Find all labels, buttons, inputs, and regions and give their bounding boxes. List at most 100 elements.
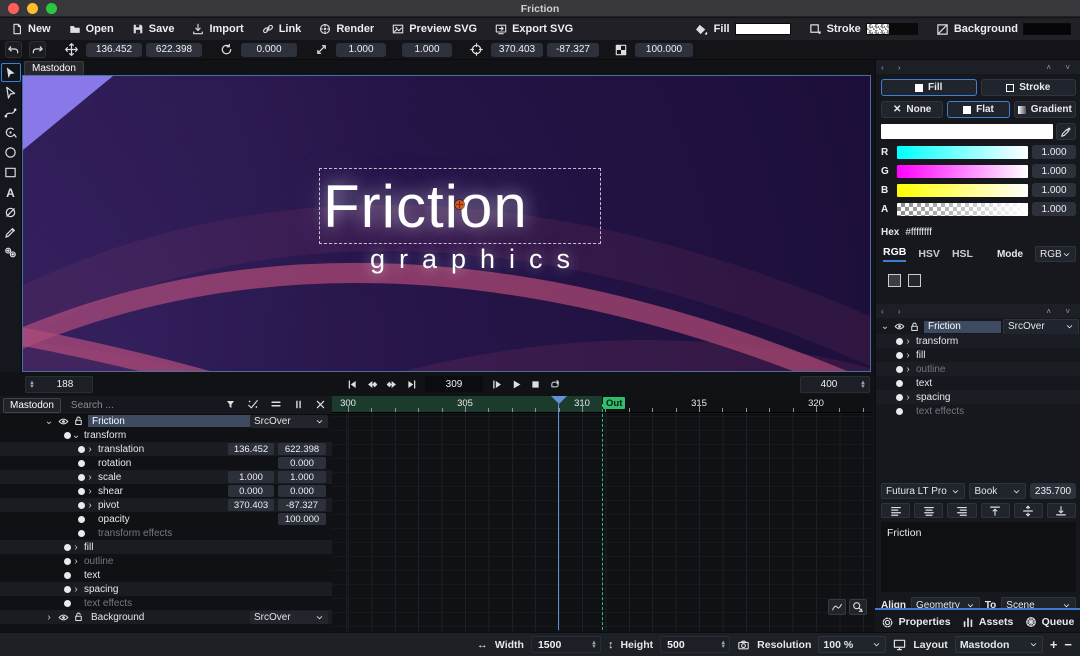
style-gradient-button[interactable]: Gradient bbox=[1014, 101, 1076, 118]
record-dot-icon[interactable] bbox=[78, 530, 85, 537]
record-dot-icon[interactable] bbox=[896, 338, 903, 345]
open-button[interactable]: Open bbox=[60, 18, 123, 40]
property-value-1[interactable]: 136.452 bbox=[228, 443, 274, 455]
property-value-2[interactable]: -87.327 bbox=[278, 499, 326, 511]
property-label[interactable]: rotation bbox=[98, 458, 131, 469]
preview-svg-button[interactable]: Preview SVG bbox=[383, 18, 486, 40]
chevron-right-icon[interactable]: › bbox=[903, 392, 913, 403]
tab-assets[interactable]: Assets bbox=[962, 616, 1013, 628]
chevron-right-icon[interactable]: › bbox=[71, 556, 81, 567]
property-label[interactable]: text effects bbox=[916, 406, 964, 417]
scene-subtitle-text[interactable]: graphics bbox=[163, 244, 777, 275]
tab-stroke[interactable]: Stroke bbox=[981, 79, 1077, 96]
hex-input[interactable]: #ffffffff bbox=[905, 227, 1076, 238]
timeline-property-row-transform[interactable]: ⌄ transform bbox=[0, 428, 332, 442]
spinner-arrows-icon[interactable]: ▲▼ bbox=[26, 381, 38, 389]
add-layout-button[interactable]: + bbox=[1050, 637, 1058, 652]
timeline-property-row-outline[interactable]: › outline bbox=[0, 554, 332, 568]
record-dot-icon[interactable] bbox=[896, 366, 903, 373]
tab-fill[interactable]: Fill bbox=[881, 79, 977, 96]
import-button[interactable]: Import bbox=[183, 18, 252, 40]
object-name-field[interactable]: Friction bbox=[924, 321, 1001, 333]
timeline-property-row-translation[interactable]: › translation136.452622.398 bbox=[0, 442, 332, 456]
object-name[interactable]: Friction bbox=[88, 415, 251, 427]
chevron-right-icon[interactable]: › bbox=[85, 472, 95, 483]
timeline-property-row-pivot[interactable]: › pivot370.403-87.327 bbox=[0, 498, 332, 512]
tool-object-select[interactable] bbox=[1, 63, 21, 82]
record-dot-icon[interactable] bbox=[896, 408, 903, 415]
property-label[interactable]: transform bbox=[916, 336, 958, 347]
next-keyframe-button[interactable] bbox=[386, 379, 398, 390]
record-dot-icon[interactable] bbox=[78, 502, 85, 509]
timeline-property-row-fill[interactable]: › fill bbox=[0, 540, 332, 554]
record-dot-icon[interactable] bbox=[64, 544, 71, 551]
keyframe-options-icon[interactable] bbox=[247, 398, 259, 410]
property-value-1[interactable]: 0.000 bbox=[228, 485, 274, 497]
va-bottom-button[interactable] bbox=[1047, 503, 1076, 518]
scene-viewport[interactable]: Friction graphics bbox=[22, 75, 871, 372]
chevron-right-icon[interactable]: › bbox=[71, 542, 81, 553]
tool-sculpt[interactable] bbox=[1, 123, 21, 142]
chevron-down-icon[interactable]: ⌄ bbox=[71, 430, 81, 441]
property-label[interactable]: outline bbox=[84, 556, 113, 567]
property-label[interactable]: transform effects bbox=[98, 528, 172, 539]
playhead-line[interactable] bbox=[558, 404, 559, 630]
visibility-eye-icon[interactable] bbox=[57, 416, 70, 427]
tool-text[interactable]: A bbox=[1, 183, 21, 202]
record-dot-icon[interactable] bbox=[64, 432, 71, 439]
stroke-swatch[interactable] bbox=[866, 23, 918, 35]
ta-right-button[interactable] bbox=[947, 503, 976, 518]
lock-icon[interactable] bbox=[73, 415, 84, 427]
tree-property-row-text-effects[interactable]: text effects bbox=[876, 404, 1080, 418]
chevron-right-icon[interactable]: › bbox=[903, 336, 913, 347]
scene-height-spinner[interactable]: 500 ▲▼ bbox=[660, 636, 730, 653]
property-label[interactable]: scale bbox=[98, 472, 121, 483]
record-dot-icon[interactable] bbox=[78, 460, 85, 467]
link-button[interactable]: Link bbox=[253, 18, 311, 40]
previous-keyframe-button[interactable] bbox=[366, 379, 378, 390]
color-bookmark-1[interactable] bbox=[888, 274, 901, 287]
new-button[interactable]: New bbox=[2, 18, 60, 40]
record-dot-icon[interactable] bbox=[896, 352, 903, 359]
tree-object-row[interactable]: ⌄ Friction SrcOver bbox=[876, 318, 1080, 334]
channel-b-value[interactable]: 1.000 bbox=[1032, 183, 1076, 197]
stop-button[interactable] bbox=[530, 379, 541, 390]
record-dot-icon[interactable] bbox=[78, 516, 85, 523]
property-label[interactable]: text effects bbox=[84, 598, 132, 609]
out-marker-label[interactable]: Out bbox=[603, 397, 625, 409]
va-top-button[interactable] bbox=[981, 503, 1010, 518]
tool-null-object[interactable] bbox=[1, 203, 21, 222]
scene-width-spinner[interactable]: 1500 ▲▼ bbox=[531, 636, 601, 653]
filter-icon[interactable] bbox=[225, 398, 236, 410]
panel-collapse-icons[interactable]: ˄ ˅ bbox=[1046, 307, 1076, 316]
chevron-right-icon[interactable]: › bbox=[85, 444, 95, 455]
record-dot-icon[interactable] bbox=[64, 572, 71, 579]
ta-left-button[interactable] bbox=[881, 503, 910, 518]
scale-x-field[interactable]: 1.000 bbox=[336, 43, 386, 57]
va-center-button[interactable] bbox=[1014, 503, 1043, 518]
playhead-handle[interactable] bbox=[551, 396, 567, 404]
ta-center-button[interactable] bbox=[914, 503, 943, 518]
property-label[interactable]: transform bbox=[84, 430, 126, 441]
visibility-eye-icon[interactable] bbox=[893, 321, 906, 332]
tree-property-row-text[interactable]: text bbox=[876, 376, 1080, 390]
mode-hsv-button[interactable]: HSV bbox=[918, 248, 940, 260]
chevron-right-icon[interactable]: › bbox=[85, 486, 95, 497]
timeline-search-input[interactable]: Search ... bbox=[71, 400, 114, 411]
tab-properties[interactable]: Properties bbox=[881, 616, 951, 629]
tree-property-row-fill[interactable]: › fill bbox=[876, 348, 1080, 362]
blend-mode-dropdown[interactable]: SrcOver bbox=[1003, 319, 1079, 335]
property-label[interactable]: text bbox=[916, 378, 932, 389]
current-color-swatch[interactable] bbox=[881, 124, 1053, 139]
style-flat-button[interactable]: Flat bbox=[947, 101, 1009, 118]
background-color-button[interactable]: Background bbox=[927, 18, 1080, 40]
undo-button[interactable] bbox=[5, 41, 22, 58]
record-dot-icon[interactable] bbox=[64, 558, 71, 565]
timeline-object-row-friction[interactable]: ⌄ Friction SrcOver bbox=[0, 414, 332, 428]
skip-to-end-button[interactable] bbox=[406, 379, 417, 390]
resolution-dropdown[interactable]: 100 % bbox=[818, 636, 886, 653]
property-label[interactable]: pivot bbox=[98, 500, 119, 511]
tree-property-row-outline[interactable]: › outline bbox=[876, 362, 1080, 376]
timeline-property-row-text-effects[interactable]: text effects bbox=[0, 596, 332, 610]
channel-r-slider[interactable] bbox=[897, 146, 1028, 159]
